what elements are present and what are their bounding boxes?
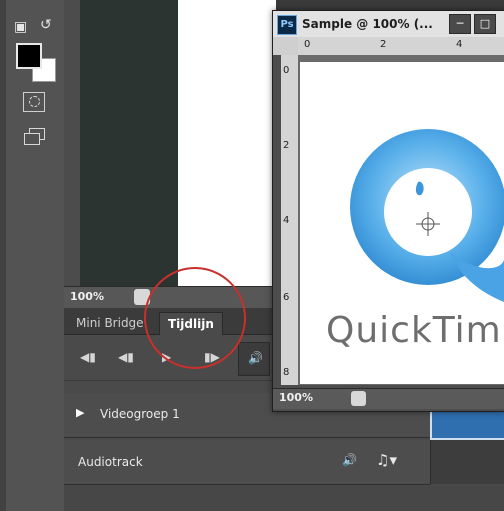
track-label: Videogroep 1: [100, 407, 180, 421]
expand-triangle-icon[interactable]: ▶: [76, 406, 84, 419]
ruler-tick-label: 8: [283, 367, 290, 378]
zoom-level[interactable]: 100%: [70, 290, 104, 303]
quicktime-logo: [350, 129, 504, 302]
ruler-tick-label: 4: [283, 215, 290, 226]
horizontal-ruler[interactable]: 0 2 4: [298, 37, 504, 56]
ruler-tick-label: 2: [380, 39, 387, 50]
document-zoom-level[interactable]: 100%: [279, 391, 313, 404]
highlight-circle: [144, 267, 246, 369]
default-colors-icon[interactable]: ▣: [14, 20, 27, 34]
ruler-tick-label: 0: [304, 39, 311, 50]
screen-mode-button[interactable]: [24, 128, 46, 146]
speaker-icon: 🔊: [248, 351, 263, 365]
vertical-ruler: [64, 0, 81, 288]
go-to-first-frame-icon[interactable]: ◀▮: [80, 350, 96, 364]
timeline-empty-area: [64, 485, 504, 511]
back-canvas-white: [178, 0, 276, 288]
audio-speaker-icon[interactable]: 🔊: [342, 453, 357, 467]
ruler-corner[interactable]: [273, 37, 298, 55]
previous-frame-icon[interactable]: ◀▮: [118, 350, 134, 364]
track-label: Audiotrack: [78, 455, 143, 469]
photoshop-icon: Ps: [277, 15, 297, 35]
foreground-color-swatch[interactable]: [16, 43, 42, 69]
ruler-tick-label: 4: [456, 39, 463, 50]
ruler-tick-label: 0: [283, 65, 290, 76]
maximize-button[interactable]: □: [474, 14, 496, 34]
tools-panel-edge: [0, 0, 6, 511]
document-status-menu-icon[interactable]: [351, 391, 366, 406]
ruler-tick-label: 6: [283, 292, 290, 303]
music-note-icon[interactable]: ♫▾: [376, 451, 397, 469]
document-vertical-ruler[interactable]: 0 2 4 6 8: [281, 55, 299, 385]
track-audiotrack[interactable]: Audiotrack 🔊 ♫▾: [64, 440, 430, 485]
quick-mask-icon: [29, 96, 40, 107]
document-title: Sample @ 100% (...: [302, 17, 433, 31]
back-canvas-dark: [80, 0, 178, 288]
video-clip-thumbnail[interactable]: [430, 410, 504, 440]
canvas-text: QuickTim: [326, 310, 502, 351]
quick-mask-button[interactable]: [23, 92, 45, 112]
minimize-button[interactable]: ─: [449, 14, 471, 34]
swap-colors-icon[interactable]: ↺: [40, 18, 52, 32]
document-status-bar: 100%: [273, 388, 504, 409]
ruler-tick-label: 2: [283, 140, 290, 151]
audio-track-lane: [430, 440, 504, 484]
